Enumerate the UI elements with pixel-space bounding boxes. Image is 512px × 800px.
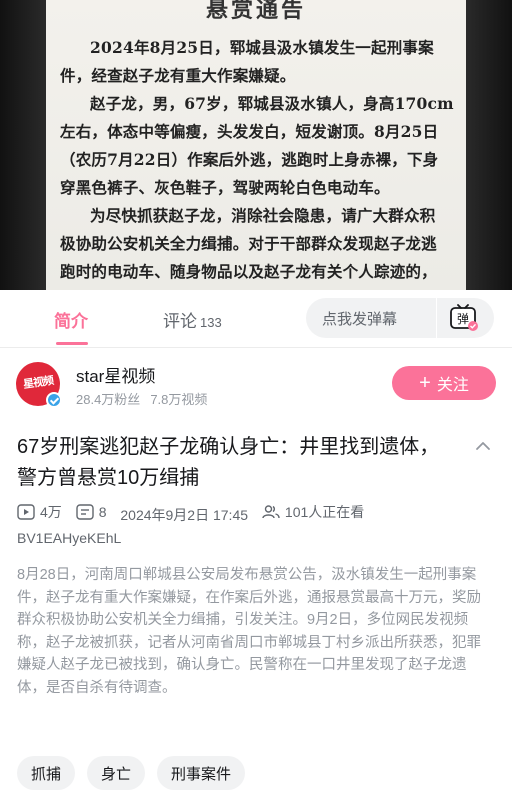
fans-count: 28.4万粉丝	[76, 392, 141, 407]
comment-count: 133	[200, 315, 222, 330]
video-letterbox-right	[466, 0, 512, 290]
tag-chip[interactable]: 身亡	[87, 756, 146, 790]
notice-title: 悬赏通告	[205, 0, 306, 23]
danmaku-toggle-icon[interactable]: 弹	[448, 304, 478, 332]
watching-count: 101人正在看	[284, 504, 365, 520]
publish-date: 2024年9月2日 17:45	[120, 507, 249, 523]
views-stat: 4万	[17, 502, 62, 522]
notice-line: 2024年8月25日，郓城县汲水镇发生一起刑事案	[90, 38, 434, 57]
uploader-row: 星视频 star星视频 28.4万粉丝 7.8万视频 + 关注	[0, 354, 512, 414]
plus-icon: +	[419, 372, 431, 394]
views-count: 4万	[40, 504, 62, 520]
video-meta: 4万 8 2024年9月2日 17:45 101人正在看	[17, 502, 374, 525]
tag-chip[interactable]: 抓捕	[17, 756, 76, 790]
danmaku-icon-label: 弹	[457, 312, 469, 326]
tab-bar: 简介 评论 133 点我发弹幕 弹	[0, 290, 512, 348]
uploader-stats: 28.4万粉丝 7.8万视频	[76, 389, 207, 408]
tag-chip[interactable]: 刑事案件	[157, 756, 246, 790]
video-title: 67岁刑案逃犯赵子龙确认身亡：井里找到遗体，警方曾悬赏10万缉捕	[17, 436, 440, 489]
danmaku-count-icon	[75, 504, 94, 520]
active-tab-indicator	[56, 342, 88, 345]
notice-line: 左右，体态中等偏瘦，头发发白，短发谢顶。8月25日	[60, 122, 439, 141]
notice-line: 赵子龙，男，67岁，郓城县汲水镇人，身高170cm	[90, 94, 454, 113]
notice-line: 跑时的电动车、随身物品以及赵子龙有关个人踪迹的，	[60, 262, 437, 281]
follow-button[interactable]: + 关注	[392, 366, 496, 400]
video-player[interactable]: 悬赏通告 2024年8月25日，郓城县汲水镇发生一起刑事案 件，经查赵子龙有重大…	[0, 0, 512, 290]
reward-notice-image: 悬赏通告 2024年8月25日，郓城县汲水镇发生一起刑事案 件，经查赵子龙有重大…	[46, 0, 466, 290]
video-letterbox-left	[0, 0, 46, 290]
chevron-up-icon[interactable]	[474, 437, 492, 455]
notice-line: 件，经查赵子龙有重大作案嫌疑。	[60, 66, 296, 85]
verified-badge-icon	[46, 392, 62, 408]
tab-intro[interactable]: 简介	[54, 307, 88, 332]
uploader-name[interactable]: star星视频	[76, 362, 155, 387]
danmaku-placeholder: 点我发弹幕	[322, 311, 398, 328]
avatar-logo-text: 星视频	[22, 373, 54, 392]
notice-line: 为尽快抓获赵子龙，消除社会隐患，请广大群众积	[90, 206, 436, 225]
watching-people-icon	[262, 505, 280, 519]
play-count-icon	[17, 504, 35, 520]
video-description: 8月28日，河南周口郸城县公安局发布悬赏公告，汲水镇发生一起刑事案件，赵子龙有重…	[17, 567, 481, 696]
notice-line: 穿黑色裤子、灰色鞋子，驾驶两轮白色电动车。	[60, 178, 390, 197]
danmaku-stat: 8	[75, 504, 107, 520]
follow-label: 关注	[436, 377, 469, 394]
watching-stat: 101人正在看	[262, 502, 364, 522]
notice-line: 极协助公安机关全力缉捕。对于干部群众发现赵子龙逃	[60, 234, 437, 253]
video-count: 7.8万视频	[150, 392, 208, 407]
bvid-label[interactable]: BV1EAHyeKEhL	[17, 530, 121, 546]
tab-comments[interactable]: 评论 133	[163, 307, 222, 332]
danmaku-count: 8	[98, 504, 107, 520]
danmaku-input[interactable]: 点我发弹幕 弹	[306, 298, 494, 338]
danmaku-divider	[436, 298, 437, 338]
notice-line: （农历7月22日）作案后外逃，逃跑时上身赤裸，下身	[60, 150, 439, 169]
tag-list: 抓捕 身亡 刑事案件	[17, 756, 246, 790]
tab-comments-label: 评论	[163, 312, 197, 331]
